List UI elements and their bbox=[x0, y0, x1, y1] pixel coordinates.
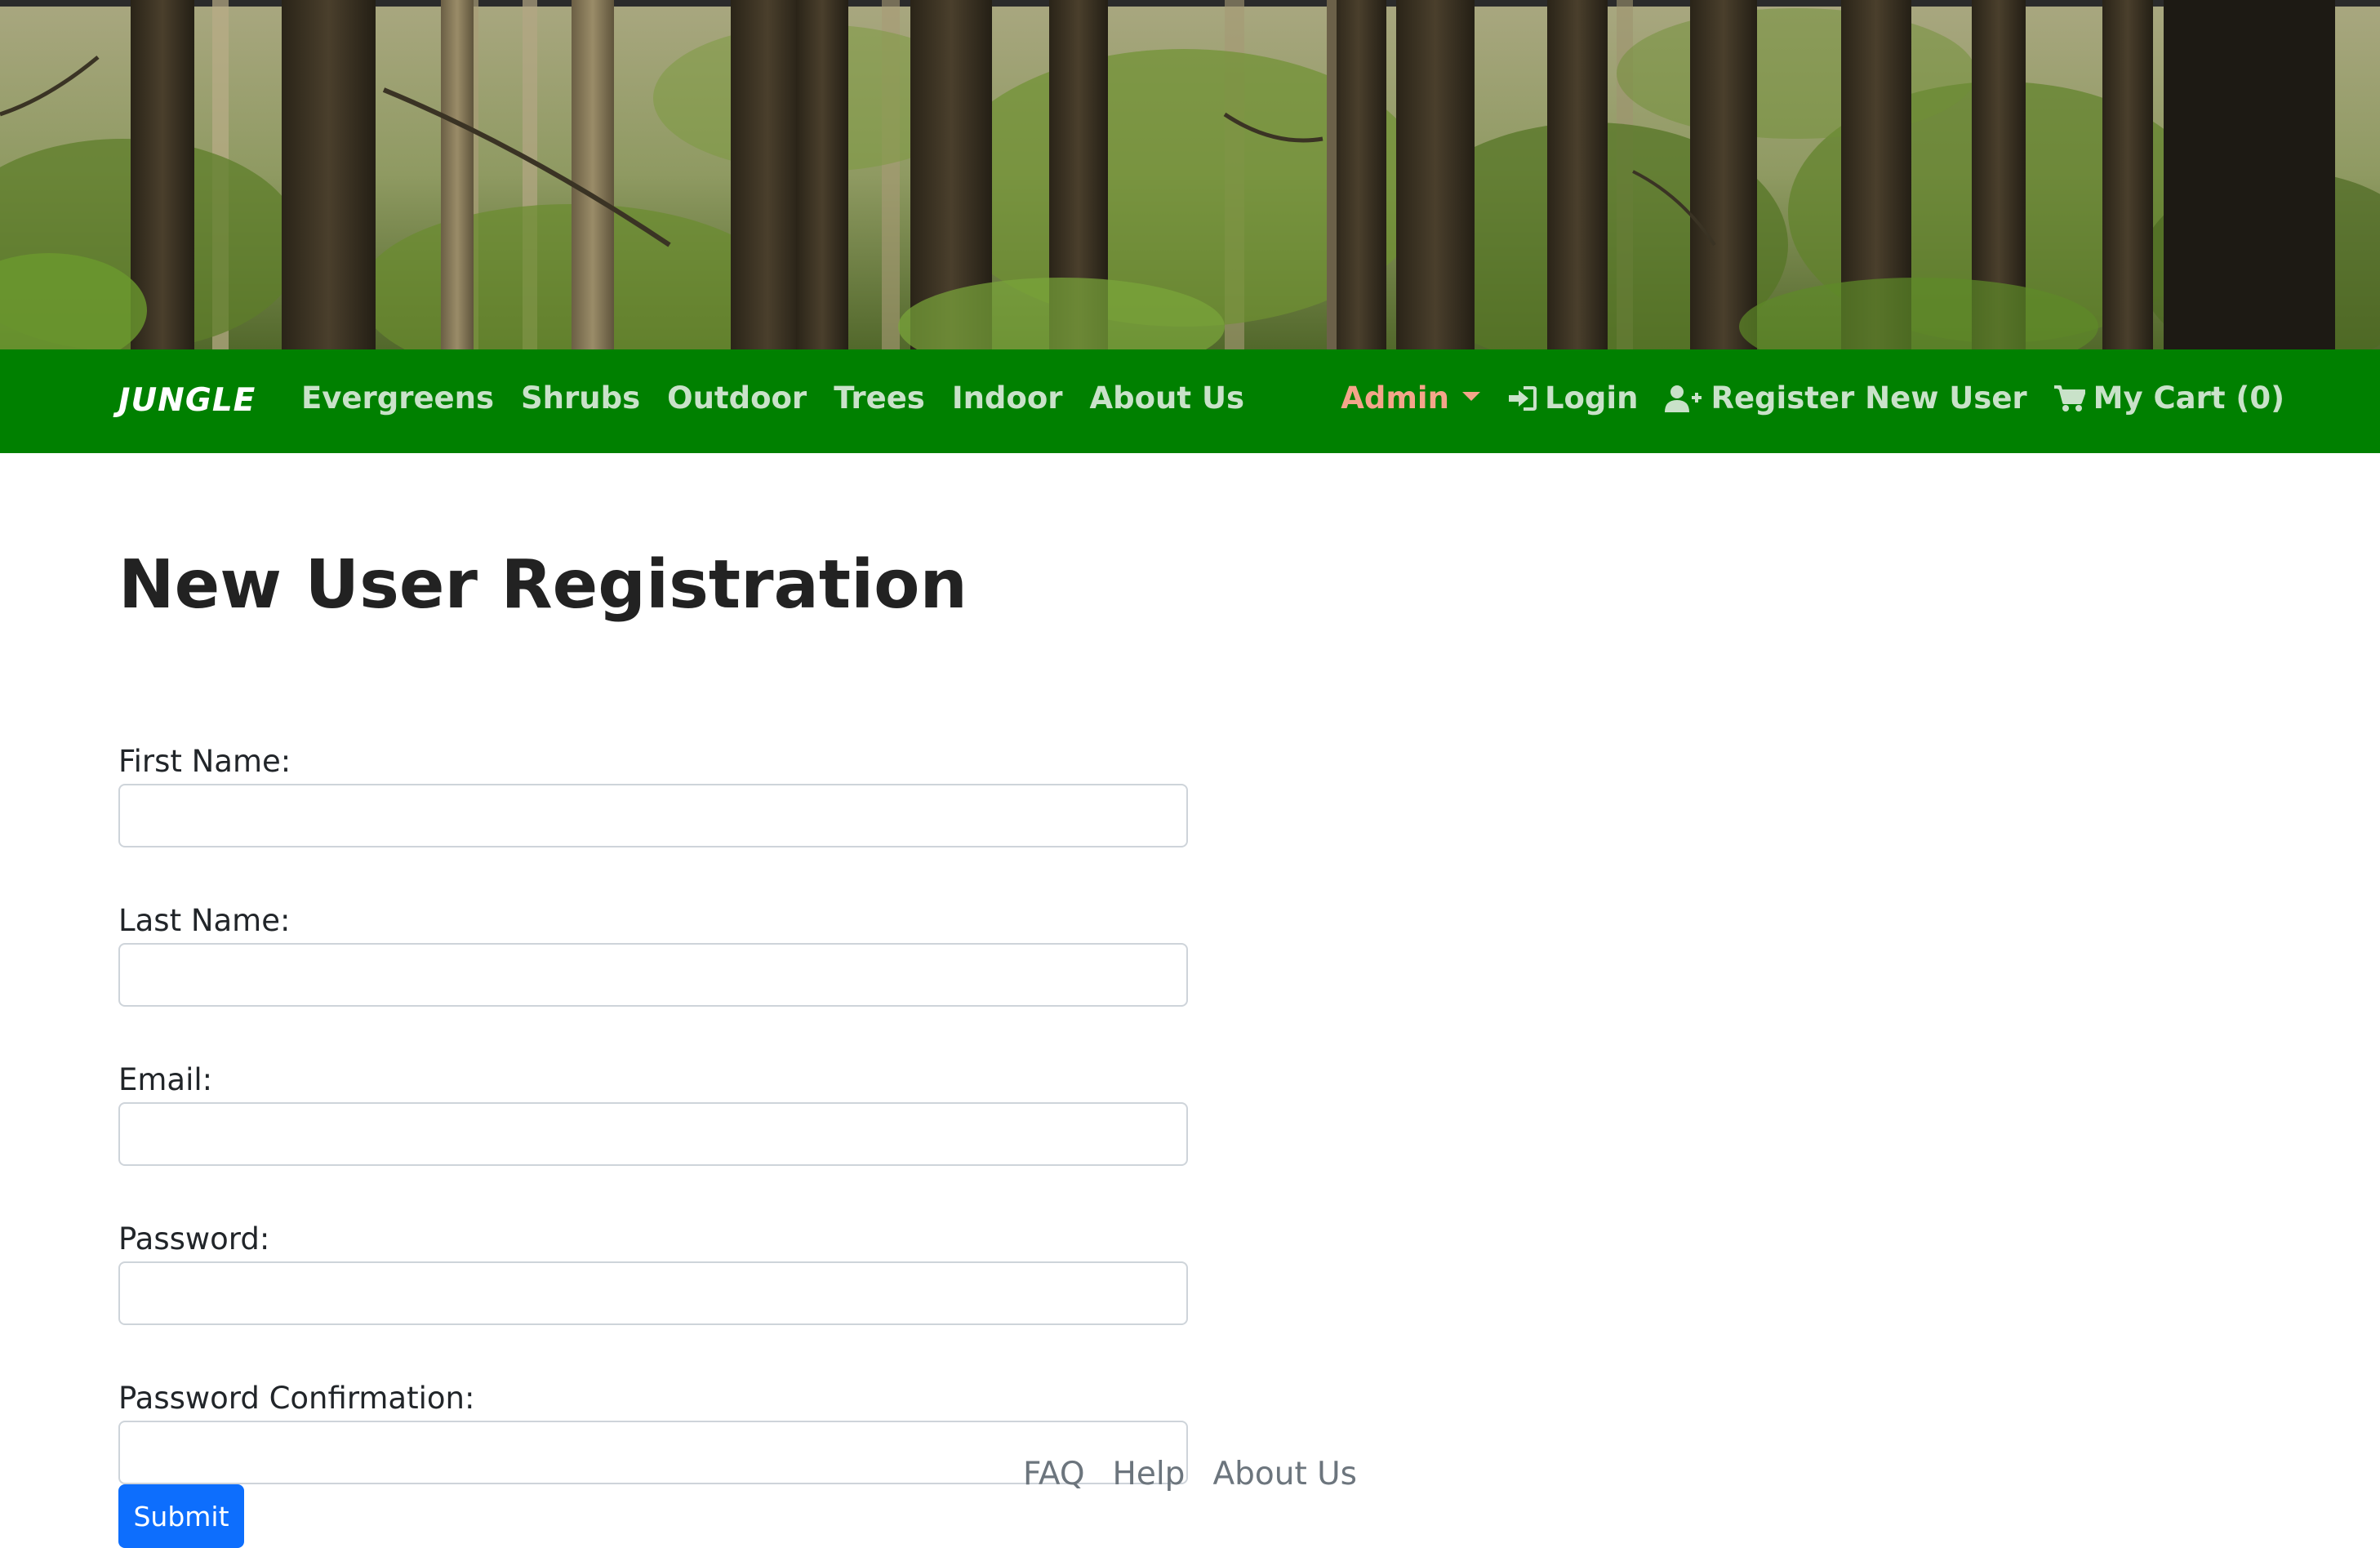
page-title: New User Registration bbox=[118, 546, 968, 624]
sign-in-icon bbox=[1507, 385, 1537, 411]
cart-label: My Cart (0) bbox=[2093, 380, 2284, 416]
first-name-input[interactable] bbox=[118, 784, 1188, 847]
nav-link-shrubs[interactable]: Shrubs bbox=[521, 380, 640, 416]
brand-logo[interactable]: JUNGLE bbox=[118, 382, 256, 419]
email-group: Email: bbox=[118, 1057, 1188, 1166]
user-plus-icon bbox=[1665, 385, 1702, 412]
first-name-label: First Name: bbox=[118, 744, 291, 779]
email-label: Email: bbox=[118, 1062, 213, 1097]
footer-links: FAQ Help About Us bbox=[0, 1456, 2380, 1492]
footer-link-faq[interactable]: FAQ bbox=[1023, 1456, 1085, 1492]
footer-link-about-us[interactable]: About Us bbox=[1212, 1456, 1357, 1492]
nav-link-trees[interactable]: Trees bbox=[834, 380, 925, 416]
login-link[interactable]: Login bbox=[1507, 380, 1639, 416]
register-link[interactable]: Register New User bbox=[1665, 380, 2027, 416]
submit-button[interactable]: Submit bbox=[118, 1484, 244, 1548]
nav-link-evergreens[interactable]: Evergreens bbox=[301, 380, 494, 416]
login-label: Login bbox=[1544, 380, 1639, 416]
admin-label: Admin bbox=[1341, 380, 1449, 416]
nav-link-indoor[interactable]: Indoor bbox=[952, 380, 1063, 416]
admin-dropdown[interactable]: Admin bbox=[1341, 380, 1480, 416]
shopping-cart-icon bbox=[2053, 385, 2085, 412]
caret-down-icon bbox=[1461, 392, 1480, 401]
first-name-group: First Name: bbox=[118, 739, 1188, 847]
nav-link-about-us[interactable]: About Us bbox=[1090, 380, 1245, 416]
email-input[interactable] bbox=[118, 1102, 1188, 1166]
nav-left-links: Evergreens Shrubs Outdoor Trees Indoor A… bbox=[301, 380, 1244, 416]
register-label: Register New User bbox=[1710, 380, 2027, 416]
last-name-label: Last Name: bbox=[118, 903, 291, 938]
nav-link-outdoor[interactable]: Outdoor bbox=[667, 380, 807, 416]
nav-right-links: Admin Login Register New User My Cart (0… bbox=[1341, 380, 2284, 416]
password-input[interactable] bbox=[118, 1261, 1188, 1325]
last-name-input[interactable] bbox=[118, 943, 1188, 1007]
password-group: Password: bbox=[118, 1217, 1188, 1325]
password-confirmation-label: Password Confirmation: bbox=[118, 1381, 475, 1416]
cart-link[interactable]: My Cart (0) bbox=[2053, 380, 2284, 416]
password-label: Password: bbox=[118, 1221, 270, 1257]
footer-link-help[interactable]: Help bbox=[1113, 1456, 1186, 1492]
last-name-group: Last Name: bbox=[118, 898, 1188, 1007]
main-navbar: JUNGLE Evergreens Shrubs Outdoor Trees I… bbox=[0, 349, 2380, 453]
registration-form: First Name: Last Name: Email: Password: … bbox=[118, 739, 1188, 1548]
forest-banner-image bbox=[0, 0, 2380, 349]
